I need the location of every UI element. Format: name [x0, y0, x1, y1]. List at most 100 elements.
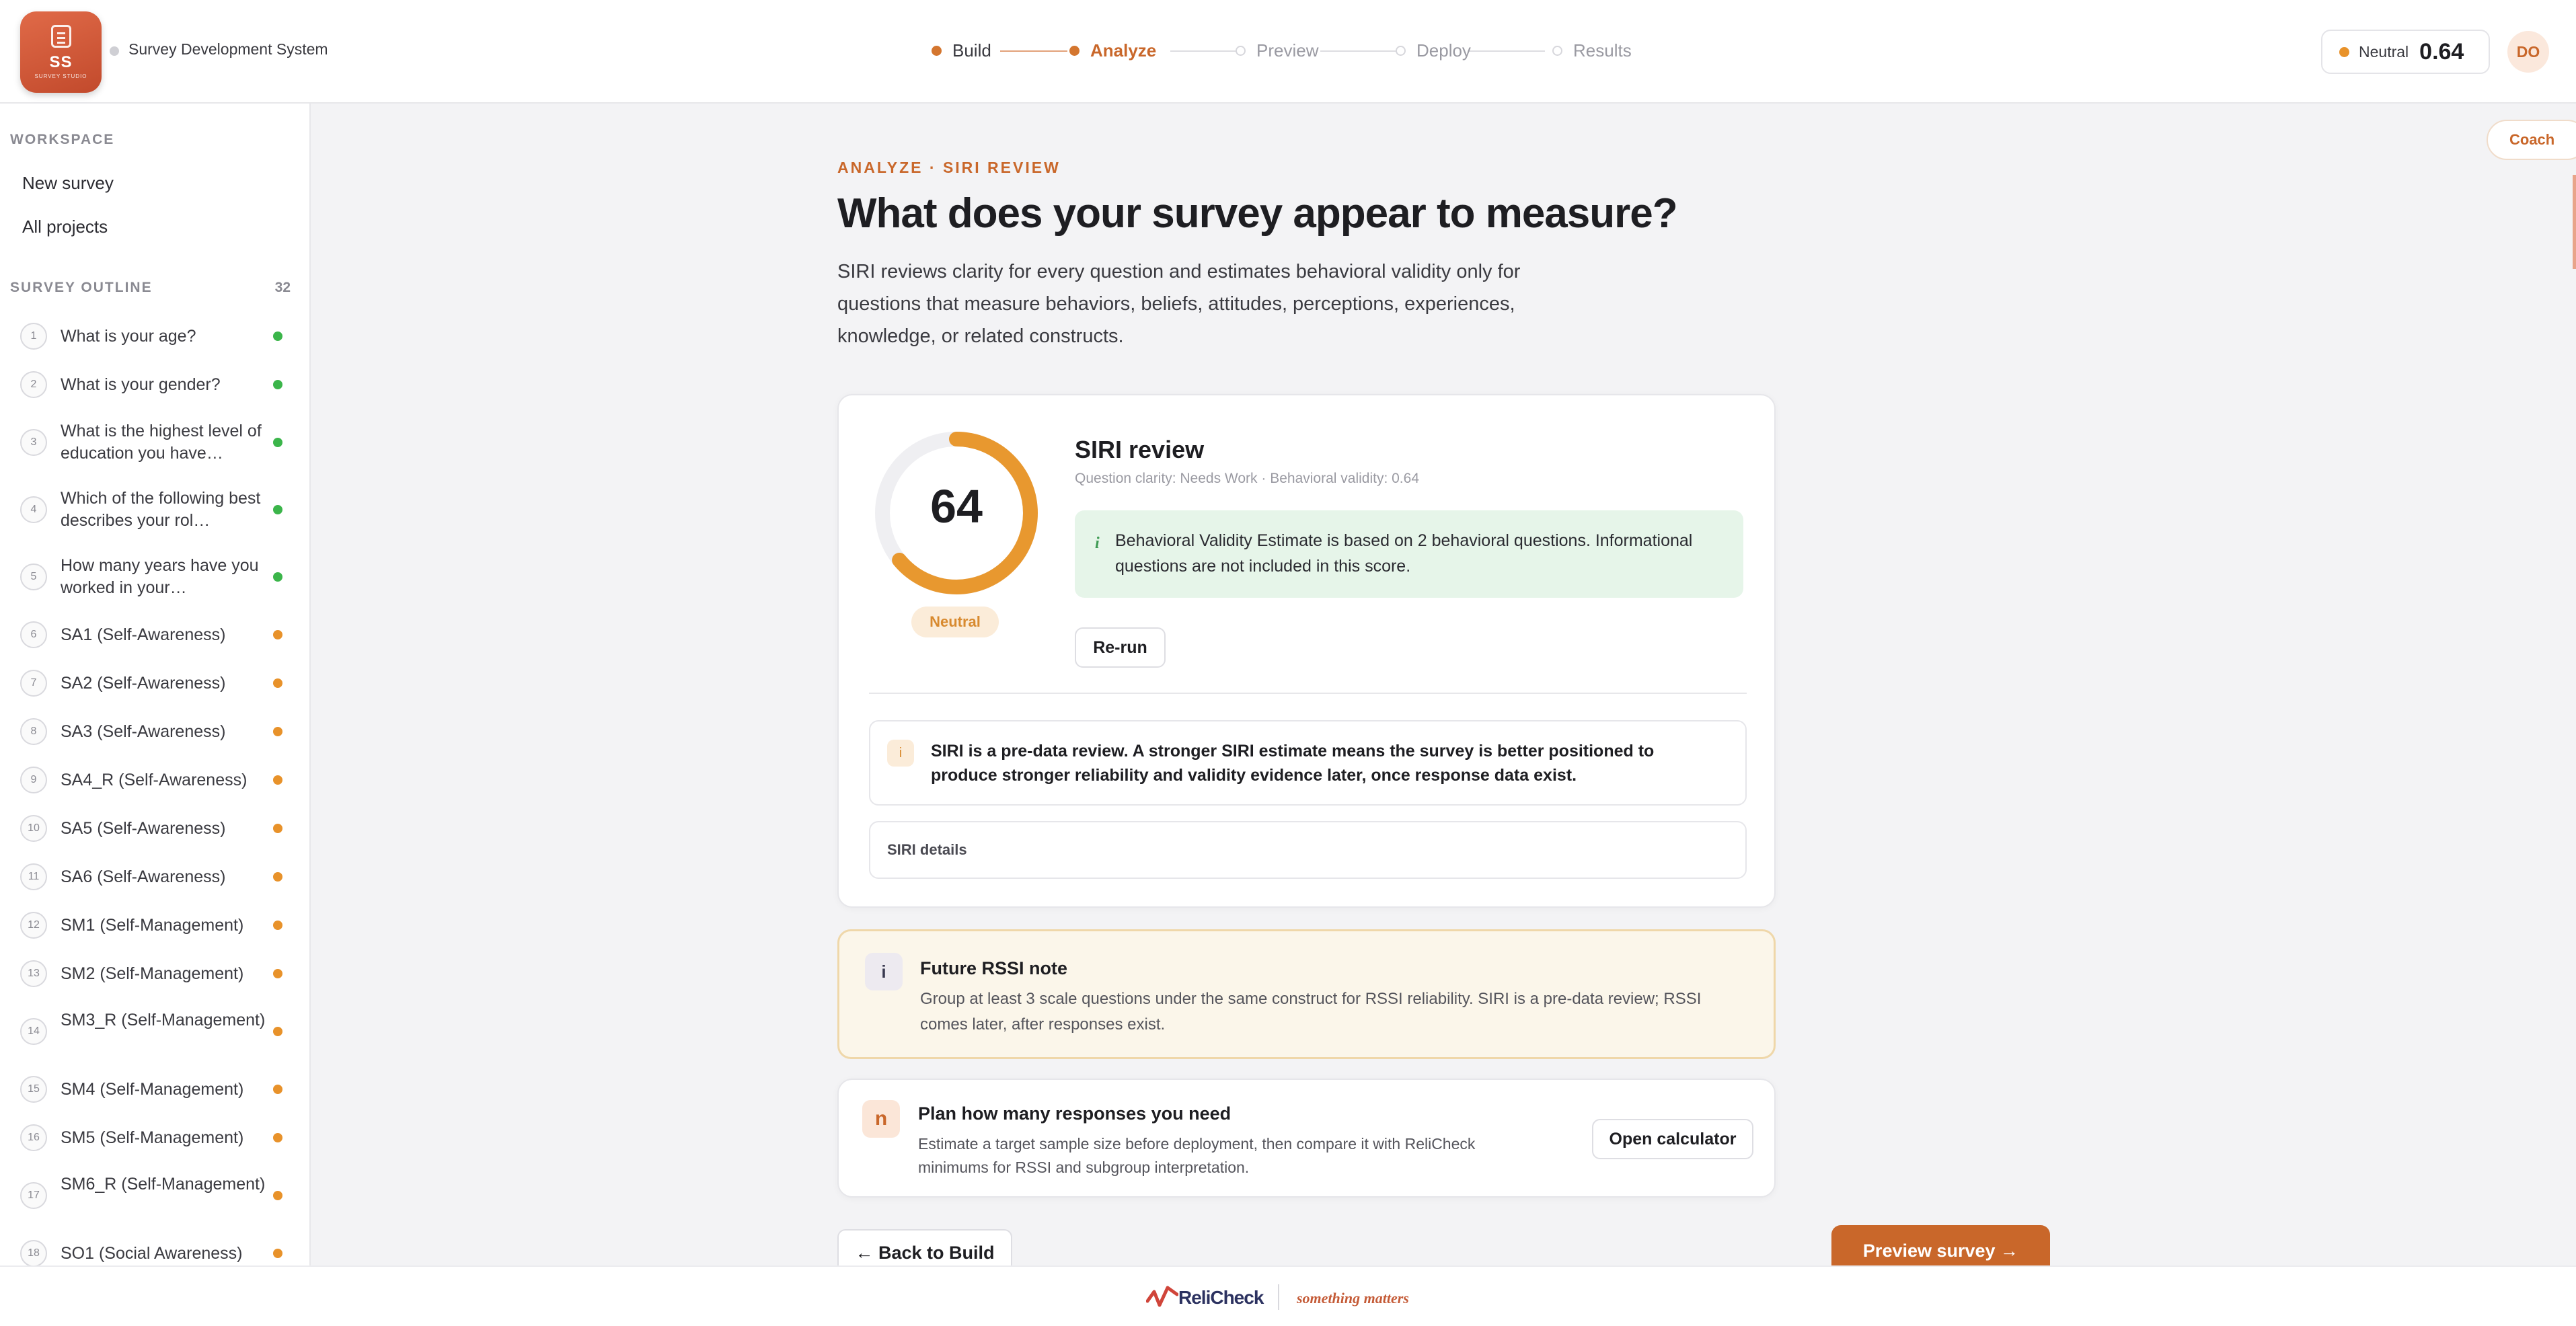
question-number: 3 — [20, 429, 47, 456]
clipboard-icon — [51, 25, 71, 48]
info-text: Behavioral Validity Estimate is based on… — [1115, 531, 1693, 576]
question-text: SA6 (Self-Awareness) — [61, 867, 226, 886]
question-text: What is your age? — [61, 326, 196, 346]
outline-item[interactable]: 17 SM6_R (Self-Management) — [20, 1162, 289, 1229]
question-status-dot — [273, 505, 282, 514]
step-connector — [1000, 50, 1067, 52]
plan-title: Plan how many responses you need — [918, 1103, 1232, 1124]
question-status-dot — [273, 1249, 282, 1258]
rssi-note-card: i Future RSSI note Group at least 3 scal… — [837, 929, 1776, 1059]
step-deploy[interactable]: Deploy — [1396, 37, 1471, 64]
step-connector — [1468, 50, 1545, 52]
question-status-dot — [273, 438, 282, 447]
outline-item[interactable]: 14 SM3_R (Self-Management) — [20, 998, 289, 1065]
question-status-dot — [273, 572, 282, 582]
question-number: 15 — [20, 1076, 47, 1103]
question-status-dot — [273, 775, 282, 785]
question-status-dot — [273, 380, 282, 389]
question-text: SA1 (Self-Awareness) — [61, 625, 226, 644]
coach-button[interactable]: Coach — [2487, 120, 2576, 160]
question-status-dot — [273, 630, 282, 639]
outline-item[interactable]: 8 SA3 (Self-Awareness) — [20, 707, 289, 756]
step-label: Deploy — [1416, 40, 1471, 61]
question-number: 17 — [20, 1182, 47, 1209]
gauge-score: 64 — [930, 480, 983, 533]
question-status-dot — [273, 1085, 282, 1094]
page-title: What does your survey appear to measure? — [837, 190, 1678, 237]
step-preview[interactable]: Preview — [1236, 37, 1318, 64]
question-status-dot — [273, 727, 282, 736]
score-pill[interactable]: Neutral 0.64 — [2321, 30, 2490, 74]
question-number: 1 — [20, 323, 47, 350]
outline-heading: SURVEY OUTLINE — [10, 280, 153, 295]
question-text: What is the highest level of education y… — [61, 422, 262, 463]
score-label: Neutral — [2359, 42, 2409, 61]
question-text: SM4 (Self-Management) — [61, 1079, 244, 1099]
question-number: 4 — [20, 496, 47, 523]
step-results[interactable]: Results — [1552, 37, 1632, 64]
question-status-dot — [273, 1133, 282, 1142]
all-projects-link[interactable]: All projects — [22, 217, 108, 237]
rerun-button[interactable]: Re-run — [1075, 627, 1166, 668]
rssi-title: Future RSSI note — [920, 958, 1068, 978]
score-value: 0.64 — [2419, 38, 2464, 65]
step-label: Analyze — [1090, 40, 1157, 61]
question-text: SM1 (Self-Management) — [61, 915, 244, 935]
outline-item[interactable]: 16 SM5 (Self-Management) — [20, 1114, 289, 1162]
app-status-dot — [110, 46, 119, 56]
question-text: SA5 (Self-Awareness) — [61, 818, 226, 838]
question-number: 2 — [20, 371, 47, 398]
page-description: SIRI reviews clarity for every question … — [837, 261, 1521, 347]
step-dot — [1552, 45, 1562, 56]
note-text: SIRI is a pre-data review. A stronger SI… — [931, 742, 1655, 785]
brand-divider — [1278, 1284, 1279, 1310]
divider — [869, 693, 1747, 694]
question-text: SA4_R (Self-Awareness) — [61, 770, 248, 789]
outline-item[interactable]: 2 What is your gender? — [20, 360, 289, 409]
score-status-dot — [2339, 46, 2349, 57]
question-text: Which of the following best describes yo… — [61, 489, 261, 530]
outline-item[interactable]: 6 SA1 (Self-Awareness) — [20, 611, 289, 659]
question-status-dot — [273, 678, 282, 688]
outline-item[interactable]: 7 SA2 (Self-Awareness) — [20, 659, 289, 707]
app-logo[interactable]: SS SURVEY STUDIO — [20, 11, 102, 93]
step-analyze[interactable]: Analyze — [1069, 37, 1156, 64]
outline-item[interactable]: 3 What is the highest level of education … — [20, 409, 289, 476]
top-bar: SS SURVEY STUDIO Survey Development Syst… — [0, 0, 2576, 104]
open-calculator-button[interactable]: Open calculator — [1592, 1119, 1753, 1159]
outline-item[interactable]: 9 SA4_R (Self-Awareness) — [20, 756, 289, 804]
outline-item[interactable]: 18 SO1 (Social Awareness) — [20, 1229, 289, 1265]
relicheck-logo-icon — [1146, 1286, 1178, 1307]
new-survey-link[interactable]: New survey — [22, 173, 114, 194]
outline-item[interactable]: 15 SM4 (Self-Management) — [20, 1065, 289, 1114]
workspace-heading: WORKSPACE — [10, 132, 115, 147]
outline-item[interactable]: 11 SA6 (Self-Awareness) — [20, 853, 289, 901]
question-text: SM6_R (Self-Management) — [61, 1175, 266, 1194]
question-number: 12 — [20, 912, 47, 939]
info-icon: i — [887, 740, 914, 767]
outline-item[interactable]: 12 SM1 (Self-Management) — [20, 901, 289, 949]
question-text: SA3 (Self-Awareness) — [61, 722, 226, 741]
page-eyebrow: ANALYZE · SIRI REVIEW — [837, 159, 1061, 176]
outline-item[interactable]: 5 How many years have you worked in your… — [20, 543, 289, 611]
question-number: 13 — [20, 960, 47, 987]
siri-details-toggle[interactable]: SIRI details — [869, 821, 1747, 879]
step-label: Results — [1573, 40, 1632, 61]
user-avatar[interactable]: DO — [2507, 31, 2549, 73]
outline-item[interactable]: 10 SA5 (Self-Awareness) — [20, 804, 289, 853]
outline-item[interactable]: 1 What is your age? — [20, 312, 289, 360]
question-number: 10 — [20, 815, 47, 842]
question-number: 7 — [20, 670, 47, 697]
question-text: SM3_R (Self-Management) — [61, 1011, 266, 1029]
siri-details-label: SIRI details — [887, 841, 967, 858]
step-dot — [1396, 45, 1406, 56]
outline-item[interactable]: 4 Which of the following best describes y… — [20, 476, 289, 543]
question-text: What is your gender? — [61, 375, 221, 394]
step-build[interactable]: Build — [932, 37, 991, 64]
step-dot — [1069, 45, 1079, 56]
info-icon: i — [865, 953, 903, 990]
question-number: 9 — [20, 767, 47, 793]
outline-item[interactable]: 13 SM2 (Self-Management) — [20, 949, 289, 998]
question-status-dot — [273, 1191, 282, 1200]
brand-tagline: something matters — [1297, 1290, 1409, 1306]
